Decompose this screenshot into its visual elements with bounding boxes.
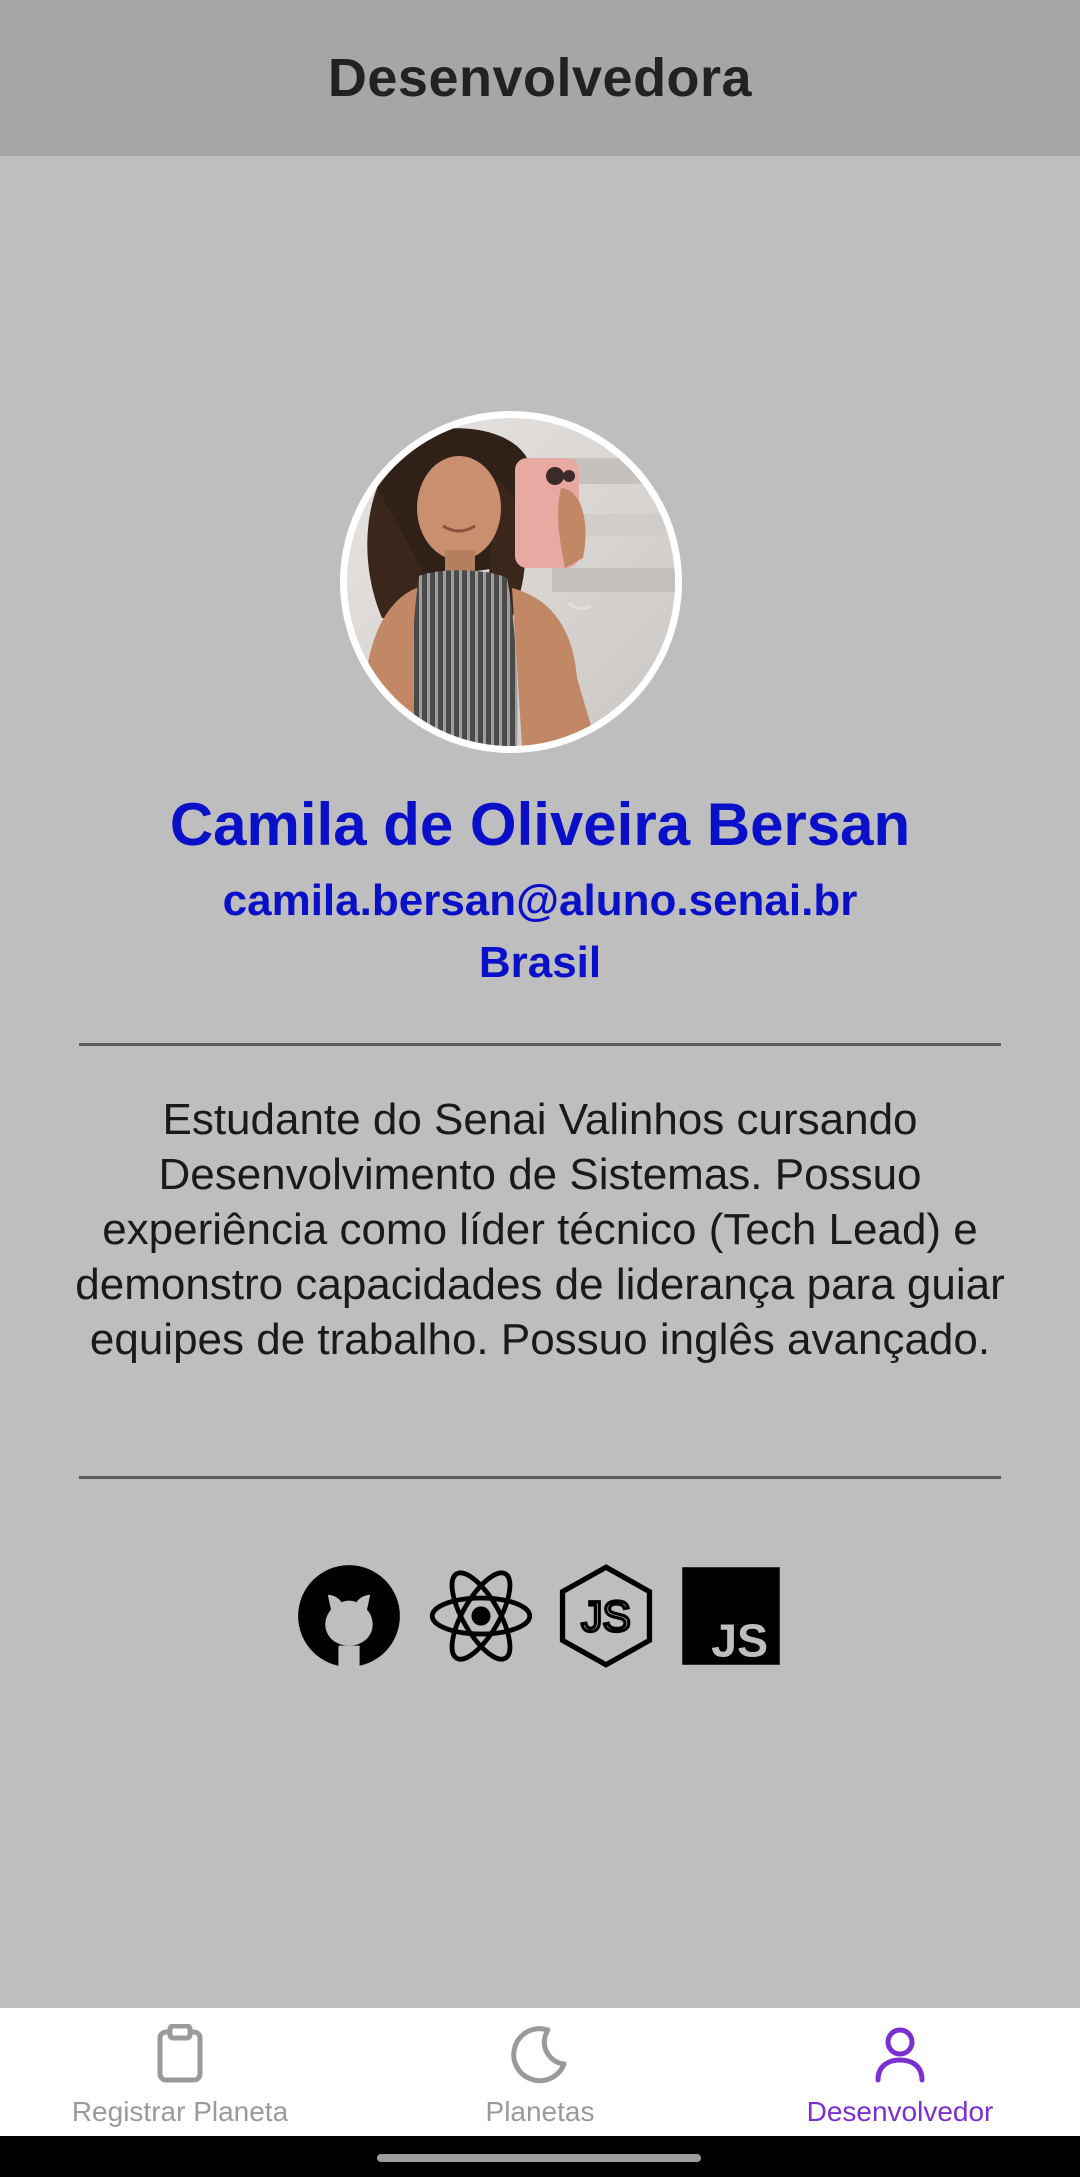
divider-top: [79, 1043, 1001, 1046]
moon-icon: [510, 2024, 570, 2084]
developer-country: Brasil: [478, 938, 602, 987]
react-icon[interactable]: [428, 1563, 534, 1669]
github-icon[interactable]: [296, 1563, 402, 1669]
profile-photo: [347, 418, 675, 746]
nav-item-planetas[interactable]: Planetas: [360, 2008, 720, 2136]
nav-item-registrar-planeta[interactable]: Registrar Planeta: [0, 2008, 360, 2136]
bottom-navigation: Registrar Planeta Planetas Desenvolvedor: [0, 2008, 1080, 2136]
tech-icons-row: JS JS: [0, 1563, 1080, 1669]
javascript-icon[interactable]: JS: [678, 1563, 784, 1669]
developer-email[interactable]: camila.bersan@aluno.senai.br: [0, 876, 1080, 926]
developer-bio: Estudante do Senai Valinhos cursando Des…: [75, 1095, 1005, 1364]
divider-bottom: [79, 1476, 1001, 1479]
clipboard-icon: [150, 2024, 210, 2084]
person-icon: [870, 2024, 930, 2084]
nav-label-desenvolvedor: Desenvolvedor: [806, 2096, 994, 2127]
svg-text:JS: JS: [711, 1614, 768, 1666]
svg-text:JS: JS: [581, 1593, 630, 1640]
app-header: Desenvolvedora: [0, 0, 1080, 156]
developer-name: Camila de Oliveira Bersan: [169, 791, 911, 858]
page-title: Desenvolvedora: [327, 48, 753, 108]
nav-label-registrar-planeta: Registrar Planeta: [71, 2096, 289, 2127]
avatar: [340, 411, 682, 753]
system-navigation-bar: [0, 2136, 1080, 2177]
nodejs-icon[interactable]: JS: [553, 1563, 659, 1669]
nav-label-planetas: Planetas: [485, 2096, 595, 2127]
nav-item-desenvolvedor[interactable]: Desenvolvedor: [720, 2008, 1080, 2136]
home-indicator[interactable]: [377, 2154, 701, 2162]
